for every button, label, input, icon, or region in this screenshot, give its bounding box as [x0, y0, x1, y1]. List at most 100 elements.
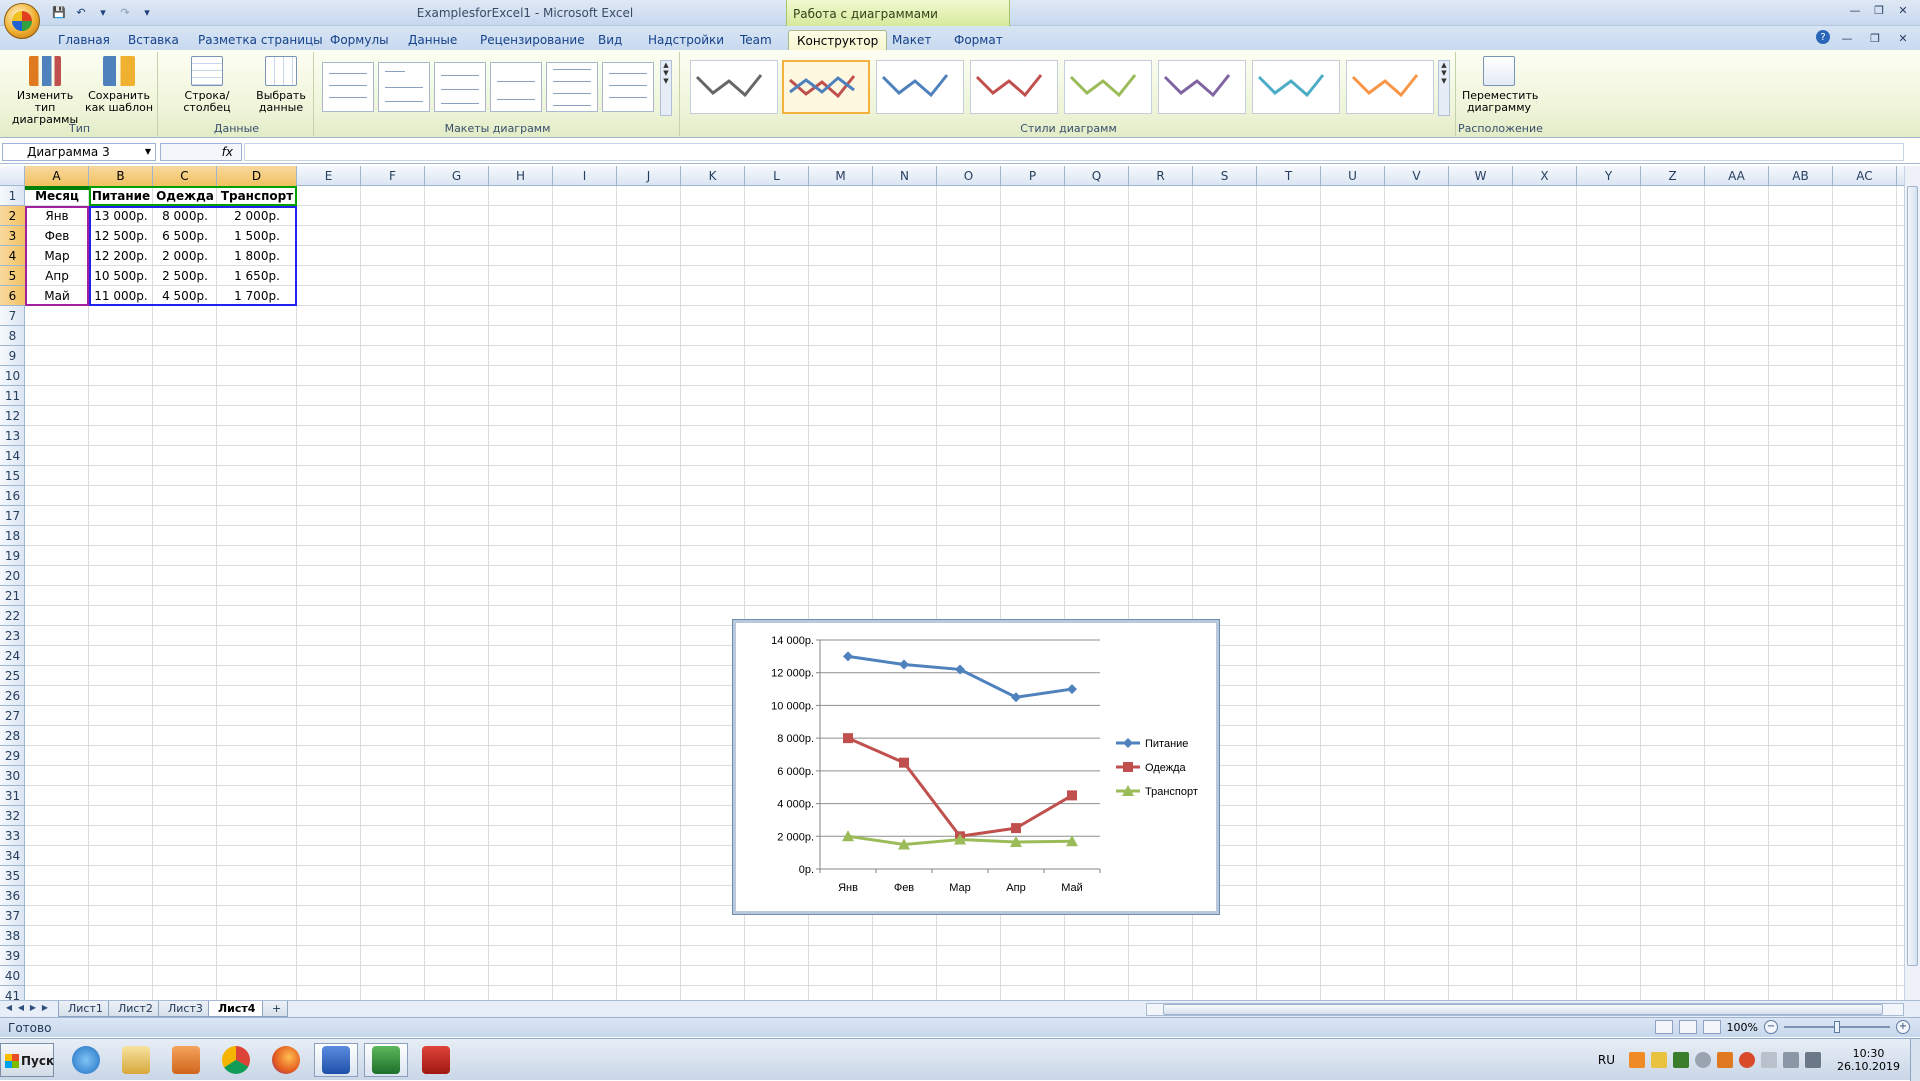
insert-function-button[interactable]: fx: [160, 143, 242, 161]
help-icon[interactable]: ?: [1816, 30, 1830, 44]
row-header[interactable]: 39: [0, 946, 25, 966]
column-header[interactable]: T: [1257, 166, 1321, 186]
vertical-scrollbar[interactable]: [1904, 166, 1920, 1004]
row-header[interactable]: 33: [0, 826, 25, 846]
restore-icon[interactable]: ❐: [1868, 2, 1890, 18]
switch-row-column-button[interactable]: Строка/столбец: [164, 56, 250, 114]
tab-design[interactable]: Конструктор: [788, 30, 888, 50]
select-all-corner[interactable]: [0, 166, 25, 186]
column-header[interactable]: I: [553, 166, 617, 186]
page-layout-view-icon[interactable]: [1678, 1020, 1697, 1034]
sheet-tab-1[interactable]: Лист1: [58, 1001, 113, 1017]
row-header[interactable]: 10: [0, 366, 25, 386]
row-header[interactable]: 28: [0, 726, 25, 746]
chart-layout-5[interactable]: [546, 62, 598, 112]
row-header[interactable]: 5: [0, 266, 25, 286]
zoom-slider[interactable]: [1784, 1020, 1890, 1034]
tab-addins[interactable]: Надстройки: [640, 30, 732, 50]
chart-style-1[interactable]: [690, 60, 778, 114]
taskbar-explorer[interactable]: [114, 1043, 158, 1077]
row-header[interactable]: 27: [0, 706, 25, 726]
column-header[interactable]: N: [873, 166, 937, 186]
row-header[interactable]: 35: [0, 866, 25, 886]
tray-notes-icon[interactable]: [1651, 1052, 1668, 1068]
chart-layout-1[interactable]: [322, 62, 374, 112]
name-box[interactable]: Диаграмма 3 ▼: [2, 143, 156, 161]
row-header[interactable]: 4: [0, 246, 25, 266]
row-header[interactable]: 16: [0, 486, 25, 506]
column-header[interactable]: R: [1129, 166, 1193, 186]
chart-layout-3[interactable]: [434, 62, 486, 112]
column-header[interactable]: P: [1001, 166, 1065, 186]
next-sheet-icon[interactable]: ▶: [28, 1003, 38, 1015]
page-break-view-icon[interactable]: [1702, 1020, 1721, 1034]
change-chart-type-button[interactable]: Изменить тип диаграммы: [6, 56, 84, 126]
tab-layout[interactable]: Макет: [884, 30, 939, 50]
row-header[interactable]: 15: [0, 466, 25, 486]
column-header[interactable]: S: [1193, 166, 1257, 186]
column-header[interactable]: A: [25, 166, 89, 186]
language-indicator[interactable]: RU: [1598, 1053, 1615, 1067]
row-header[interactable]: 6: [0, 286, 25, 306]
tray-app-icon[interactable]: [1629, 1052, 1646, 1068]
taskbar-media[interactable]: [164, 1043, 208, 1077]
column-header[interactable]: F: [361, 166, 425, 186]
row-header[interactable]: 2: [0, 206, 25, 226]
column-header[interactable]: G: [425, 166, 489, 186]
taskbar-acrobat[interactable]: [414, 1043, 458, 1077]
tab-formulas[interactable]: Формулы: [322, 30, 397, 50]
sheet-tab-4[interactable]: Лист4: [208, 1001, 266, 1017]
wb-close-icon[interactable]: ✕: [1892, 30, 1914, 46]
tray-flag-icon[interactable]: [1761, 1052, 1778, 1068]
column-header[interactable]: V: [1385, 166, 1449, 186]
wb-minimize-icon[interactable]: —: [1836, 30, 1858, 46]
column-header[interactable]: B: [89, 166, 153, 186]
tab-review[interactable]: Рецензирование: [472, 30, 593, 50]
zoom-out-icon[interactable]: −: [1764, 1020, 1778, 1034]
zoom-knob[interactable]: [1834, 1021, 1840, 1033]
row-header[interactable]: 25: [0, 666, 25, 686]
chart-style-3[interactable]: [876, 60, 964, 114]
chart-object[interactable]: 0р. 2 000р. 4 000р. 6 000р. 8 000р. 10 000р. 1…: [732, 619, 1220, 915]
row-header[interactable]: 17: [0, 506, 25, 526]
column-header[interactable]: Q: [1065, 166, 1129, 186]
column-header[interactable]: U: [1321, 166, 1385, 186]
row-header[interactable]: 40: [0, 966, 25, 986]
row-header[interactable]: 24: [0, 646, 25, 666]
row-header[interactable]: 34: [0, 846, 25, 866]
tray-nvidia-icon[interactable]: [1673, 1052, 1690, 1068]
styles-more-icon[interactable]: ▲ ▼ ▼: [1438, 60, 1450, 116]
tab-team[interactable]: Team: [732, 30, 780, 50]
column-header[interactable]: X: [1513, 166, 1577, 186]
save-as-template-button[interactable]: Сохранить как шаблон: [84, 56, 154, 114]
column-header[interactable]: L: [745, 166, 809, 186]
show-desktop-button[interactable]: [1910, 1039, 1920, 1081]
clock[interactable]: 10:30 26.10.2019: [1837, 1047, 1900, 1073]
column-header[interactable]: C: [153, 166, 217, 186]
zoom-in-icon[interactable]: +: [1896, 1020, 1910, 1034]
taskbar-excel[interactable]: [364, 1043, 408, 1077]
column-header[interactable]: M: [809, 166, 873, 186]
normal-view-icon[interactable]: [1654, 1020, 1673, 1034]
taskbar-chrome[interactable]: [214, 1043, 258, 1077]
vertical-scroll-thumb[interactable]: [1907, 186, 1918, 966]
taskbar-firefox[interactable]: [264, 1043, 308, 1077]
row-header[interactable]: 23: [0, 626, 25, 646]
sheet-tab-3[interactable]: Лист3: [158, 1001, 213, 1017]
column-header[interactable]: Y: [1577, 166, 1641, 186]
column-header[interactable]: J: [617, 166, 681, 186]
tray-update-icon[interactable]: [1739, 1052, 1756, 1068]
tab-home[interactable]: Главная: [50, 30, 118, 50]
row-header[interactable]: 22: [0, 606, 25, 626]
layouts-more-icon[interactable]: ▲ ▼ ▼: [660, 60, 672, 116]
row-header[interactable]: 32: [0, 806, 25, 826]
chart-layout-2[interactable]: [378, 62, 430, 112]
name-box-dropdown-icon[interactable]: ▼: [145, 147, 151, 156]
insert-sheet-icon[interactable]: +: [262, 1001, 288, 1017]
horizontal-scrollbar[interactable]: [1146, 1003, 1904, 1016]
close-icon[interactable]: ✕: [1892, 2, 1914, 18]
tray-network-icon[interactable]: [1783, 1052, 1800, 1068]
row-header[interactable]: 19: [0, 546, 25, 566]
row-header[interactable]: 26: [0, 686, 25, 706]
horizontal-scroll-thumb[interactable]: [1163, 1004, 1883, 1015]
